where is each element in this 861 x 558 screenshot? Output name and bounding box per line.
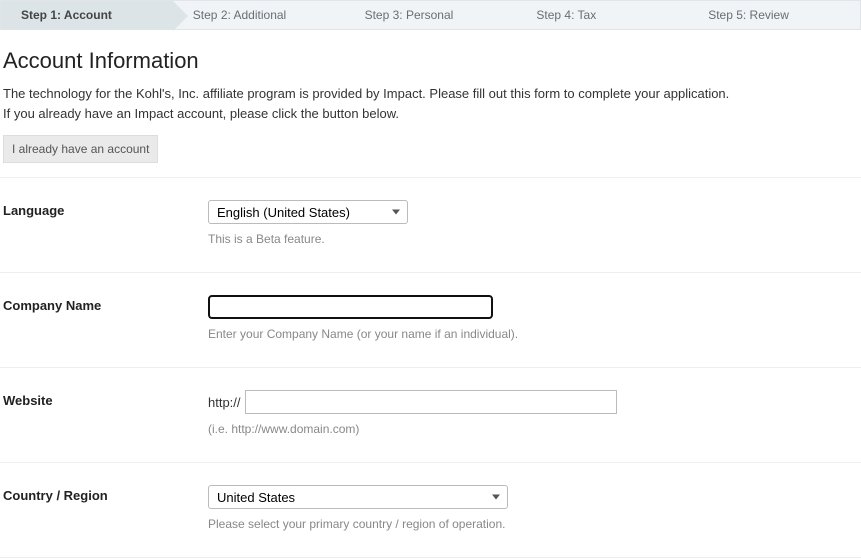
step-label: Step 4: Tax — [536, 8, 596, 22]
country-label: Country / Region — [3, 485, 208, 531]
website-hint: (i.e. http://www.domain.com) — [208, 422, 858, 436]
language-label: Language — [3, 200, 208, 246]
step-personal[interactable]: Step 3: Personal — [345, 1, 517, 29]
row-language: Language English (United States) This is… — [0, 178, 861, 273]
step-label: Step 1: Account — [21, 8, 112, 22]
website-input[interactable] — [245, 390, 617, 414]
language-select[interactable]: English (United States) — [208, 200, 408, 224]
page-title: Account Information — [3, 48, 861, 74]
row-country: Country / Region United States Please se… — [0, 463, 861, 558]
company-hint: Enter your Company Name (or your name if… — [208, 327, 858, 341]
language-hint: This is a Beta feature. — [208, 232, 858, 246]
step-label: Step 3: Personal — [365, 8, 454, 22]
step-account[interactable]: Step 1: Account — [1, 1, 173, 29]
company-name-input[interactable] — [208, 295, 493, 319]
already-have-account-button[interactable]: I already have an account — [3, 135, 158, 163]
wizard-steps: Step 1: Account Step 2: Additional Step … — [0, 0, 861, 30]
description-line-1: The technology for the Kohl's, Inc. affi… — [3, 84, 861, 104]
country-select-wrap: United States — [208, 485, 508, 509]
country-select[interactable]: United States — [208, 485, 508, 509]
step-tax[interactable]: Step 4: Tax — [516, 1, 688, 29]
step-label: Step 5: Review — [708, 8, 789, 22]
step-additional[interactable]: Step 2: Additional — [173, 1, 345, 29]
country-hint: Please select your primary country / reg… — [208, 517, 858, 531]
row-website: Website http:// (i.e. http://www.domain.… — [0, 368, 861, 463]
step-label: Step 2: Additional — [193, 8, 286, 22]
company-label: Company Name — [3, 295, 208, 341]
language-select-wrap: English (United States) — [208, 200, 408, 224]
row-company: Company Name Enter your Company Name (or… — [0, 273, 861, 368]
description-line-2: If you already have an Impact account, p… — [3, 104, 861, 124]
website-label: Website — [3, 390, 208, 436]
website-prefix: http:// — [208, 395, 241, 410]
step-review[interactable]: Step 5: Review — [688, 1, 860, 29]
